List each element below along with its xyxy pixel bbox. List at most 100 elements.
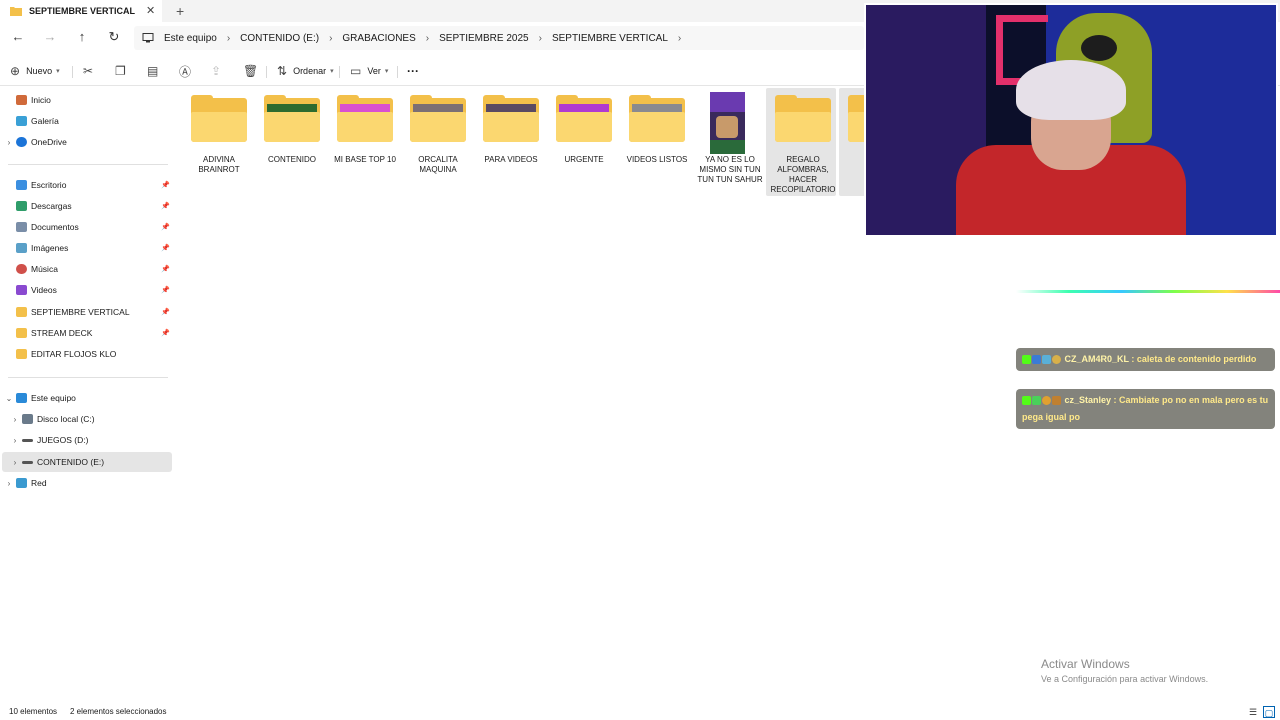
sidebar-item-label: Red — [31, 478, 47, 488]
chevron-right-icon: › — [329, 32, 333, 44]
sidebar-item-images[interactable]: Imágenes 📌 — [2, 238, 172, 258]
sidebar-item-drive-c[interactable]: › Disco local (C:) — [2, 409, 172, 429]
large-icons-view-icon[interactable]: ▢ — [1263, 706, 1275, 718]
breadcrumb-item[interactable]: Este equipo — [164, 33, 217, 44]
pin-icon: 📌 — [161, 309, 170, 316]
breadcrumb-item[interactable]: GRABACIONES — [342, 33, 415, 44]
sidebar-item-label: Galería — [31, 116, 59, 126]
close-tab-icon[interactable]: ✕ — [146, 4, 155, 17]
sidebar-item-drive-d[interactable]: › JUEGOS (D:) — [2, 430, 172, 450]
sidebar-item-network[interactable]: › Red — [2, 473, 172, 493]
view-label: Ver — [367, 66, 381, 76]
file-item[interactable]: ADIVINA BRAINROT — [182, 88, 252, 196]
sidebar-item-videos[interactable]: Videos 📌 — [2, 280, 172, 300]
folder-icon — [775, 95, 831, 142]
sidebar-item-documents[interactable]: Documentos 📌 — [2, 217, 172, 237]
badge-icon — [1032, 355, 1041, 365]
breadcrumb-item[interactable]: SEPTIEMBRE VERTICAL — [552, 33, 668, 44]
file-item[interactable]: YA NO ES LO MISMO SIN TUN TUN TUN SAHUR — [693, 88, 763, 196]
pin-icon: 📌 — [161, 266, 170, 273]
network-icon — [16, 478, 27, 488]
file-item[interactable]: CONTENIDO — [255, 88, 325, 196]
pin-icon: 📌 — [161, 330, 170, 337]
scissors-icon: ✂ — [83, 64, 94, 78]
file-item-label: REGALO ALFOMBRAS, HACER RECOPILATORIO — [770, 155, 836, 194]
up-icon[interactable]: ↑ — [74, 29, 90, 45]
sidebar-item-gallery[interactable]: Galería — [2, 111, 172, 131]
file-item[interactable]: URGENTE — [547, 88, 617, 196]
new-button[interactable]: ⊕ Nuevo ▾ — [10, 62, 60, 80]
badge-icon — [1052, 396, 1061, 406]
share-icon: ⇪ — [211, 64, 222, 78]
file-item[interactable]: VIDEOS LISTOS — [620, 88, 690, 196]
chevron-right-icon[interactable]: › — [8, 436, 22, 445]
sidebar-item-home[interactable]: Inicio — [2, 90, 172, 110]
selection-count: 2 elementos seleccionados — [70, 707, 167, 716]
item-count: 10 elementos — [9, 707, 58, 716]
file-item[interactable]: MI BASE TOP 10 — [328, 88, 398, 196]
sidebar-item-this-pc[interactable]: ⌄ Este equipo — [2, 388, 172, 408]
breadcrumb-item[interactable]: SEPTIEMBRE 2025 — [439, 33, 528, 44]
forward-icon[interactable]: → — [42, 29, 58, 45]
cut-button[interactable]: ✂ — [83, 62, 99, 80]
folder-icon — [16, 307, 27, 317]
file-item-label: MI BASE TOP 10 — [334, 155, 396, 164]
chevron-right-icon[interactable]: › — [2, 138, 16, 147]
sort-label: Ordenar — [293, 66, 327, 76]
sidebar-item-label: Descargas — [31, 201, 72, 211]
share-button[interactable]: ⇪ — [211, 62, 227, 80]
refresh-icon[interactable]: ↻ — [106, 29, 122, 45]
chevron-right-icon[interactable]: › — [8, 458, 22, 467]
sidebar-item-desktop[interactable]: Escritorio 📌 — [2, 175, 172, 195]
copy-button[interactable]: ❐ — [115, 62, 132, 80]
download-icon — [16, 201, 27, 211]
view-button[interactable]: ▭ Ver ▾ — [350, 62, 388, 80]
sidebar-item-downloads[interactable]: Descargas 📌 — [2, 196, 172, 216]
rename-button[interactable]: Ⓐ — [179, 62, 197, 80]
status-bar: 10 elementos 2 elementos seleccionados ☰… — [0, 703, 1280, 720]
sidebar-item-label: Inicio — [31, 95, 51, 105]
sidebar-item-onedrive[interactable]: › OneDrive — [2, 132, 172, 152]
sidebar-item-editar-flojos-klo[interactable]: EDITAR FLOJOS KLO — [2, 344, 172, 364]
back-icon[interactable]: ← — [10, 29, 26, 45]
chevron-right-icon[interactable]: › — [8, 415, 22, 424]
sidebar-item-label: CONTENIDO (E:) — [37, 457, 105, 467]
gallery-icon — [16, 116, 27, 126]
paste-button[interactable]: ▤ — [147, 62, 164, 80]
address-bar[interactable]: Este equipo › CONTENIDO (E:) › GRABACION… — [134, 26, 864, 50]
new-tab-button[interactable]: + — [176, 3, 184, 19]
breadcrumb-item[interactable]: CONTENIDO (E:) — [240, 33, 319, 44]
sidebar-item-stream-deck[interactable]: STREAM DECK 📌 — [2, 323, 172, 343]
clipboard-icon: ▤ — [147, 64, 159, 78]
plus-circle-icon: ⊕ — [10, 64, 21, 78]
details-view-icon[interactable]: ☰ — [1247, 706, 1259, 718]
file-item[interactable]: PARA VIDEOS — [474, 88, 544, 196]
chat-message: CZ_AM4R0_KL : caleta de contenido perdid… — [1016, 348, 1275, 371]
sidebar-item-label: Imágenes — [31, 243, 69, 253]
chevron-right-icon: › — [425, 32, 430, 44]
rename-icon: Ⓐ — [179, 64, 192, 79]
navigation-pane: Inicio Galería › OneDrive Escritorio 📌 D… — [0, 88, 176, 698]
file-item[interactable]: ORCALITA MAQUINA — [401, 88, 471, 196]
chevron-right-icon: › — [226, 32, 231, 44]
home-icon — [16, 95, 27, 105]
folder-icon — [10, 7, 22, 16]
sidebar-item-drive-e[interactable]: › CONTENIDO (E:) — [2, 452, 172, 472]
file-item[interactable]: REGALO ALFOMBRAS, HACER RECOPILATORIO — [766, 88, 836, 196]
tab-title: SEPTIEMBRE VERTICAL — [29, 6, 136, 16]
drive-icon — [22, 460, 33, 464]
sort-button[interactable]: ⇅ Ordenar ▾ — [277, 62, 334, 80]
tab-septiembre-vertical[interactable]: SEPTIEMBRE VERTICAL ✕ — [0, 0, 162, 22]
sidebar-item-label: Música — [31, 264, 58, 274]
drive-icon — [22, 414, 33, 424]
sidebar-item-septiembre-vertical[interactable]: SEPTIEMBRE VERTICAL 📌 — [2, 302, 172, 322]
chevron-right-icon[interactable]: › — [2, 479, 16, 488]
delete-button[interactable]: 🗑 — [243, 62, 264, 80]
more-options-button[interactable]: ··· — [407, 62, 419, 80]
chevron-down-icon[interactable]: ⌄ — [2, 394, 16, 403]
sidebar-item-music[interactable]: Música 📌 — [2, 259, 172, 279]
computer-icon — [16, 393, 27, 403]
sort-icon: ⇅ — [277, 64, 288, 78]
chat-message: cz_Stanley : Cambiate po no en mala pero… — [1016, 389, 1275, 429]
badge-icon — [1042, 355, 1051, 365]
